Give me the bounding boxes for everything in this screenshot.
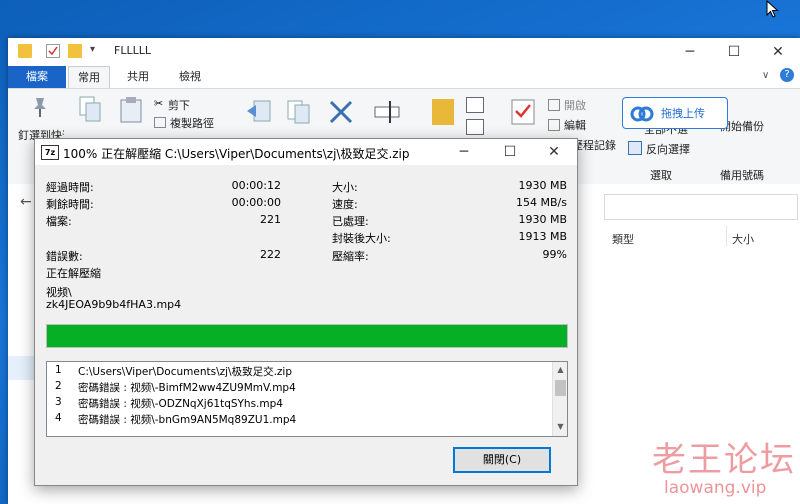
files-value: 221 [260, 213, 281, 226]
column-divider [726, 226, 727, 246]
log-row[interactable]: 2 密碼錯誤 : 视频\-BimfM2ww4ZU9MmV.mp4 [47, 380, 552, 396]
scissors-icon: ✂ [154, 97, 164, 110]
size-value: 1930 MB [518, 179, 567, 192]
column-header-size[interactable]: 大小 [732, 231, 754, 247]
delete-icon[interactable] [326, 97, 356, 127]
status-label: 正在解壓縮 [46, 267, 101, 280]
speed-value: 154 MB/s [516, 196, 567, 209]
log-row[interactable]: 3 密碼錯誤 : 视频\-ODZNqXj61tqSYhs.mp4 [47, 396, 552, 412]
log-row[interactable]: 1 C:\Users\Viper\Documents\zj\极致足交.zip [47, 364, 552, 380]
invert-select-icon [628, 141, 642, 155]
cut-button[interactable]: 剪下 [168, 97, 190, 113]
folder-icon [18, 44, 32, 58]
edit-icon [548, 119, 560, 131]
dialog-titlebar: 7z 100% 正在解壓縮 C:\Users\Viper\Documents\z… [35, 139, 577, 165]
compression-ratio-label: 壓縮率: [332, 250, 369, 263]
log-row-number: 3 [55, 396, 62, 408]
mouse-cursor-icon [766, 0, 780, 21]
maximize-button[interactable]: ☐ [712, 38, 756, 66]
paste-icon[interactable] [116, 95, 146, 125]
elapsed-time-value: 00:00:12 [231, 179, 281, 192]
help-icon[interactable]: ? [780, 68, 794, 82]
group-select-label: 選取 [650, 169, 672, 182]
explorer-titlebar: ▾ FLLLLL ─ ☐ ✕ [8, 38, 800, 66]
remaining-time-value: 00:00:00 [231, 196, 281, 209]
log-row-text: C:\Users\Viper\Documents\zj\极致足交.zip [78, 366, 292, 378]
new-folder-ribbon-icon[interactable] [432, 99, 454, 125]
edit-button[interactable]: 編輯 [564, 117, 586, 133]
log-row-number: 2 [55, 380, 62, 392]
quick-access-dropdown-icon[interactable]: ▾ [90, 44, 95, 55]
close-window-button[interactable]: ✕ [756, 38, 800, 66]
log-row-text: 密碼錯誤 : 视频\-BimfM2ww4ZU9MmV.mp4 [78, 382, 296, 394]
column-header-type[interactable]: 類型 [612, 231, 634, 247]
errors-value: 222 [260, 248, 281, 261]
back-arrow-icon[interactable]: ← [20, 194, 32, 210]
log-row-text: 密碼錯誤 : 视频\-ODZNqXj61tqSYhs.mp4 [78, 398, 283, 410]
close-button[interactable]: 關閉(C) [453, 447, 551, 473]
properties-ribbon-icon[interactable] [508, 97, 538, 127]
log-row-number: 4 [55, 412, 62, 424]
history-button[interactable]: 歷程記錄 [572, 137, 616, 153]
progress-bar [46, 324, 568, 348]
log-scrollbar[interactable]: ▲ ▼ [552, 362, 567, 436]
collapse-ribbon-icon[interactable]: ∨ [762, 70, 769, 81]
rename-icon[interactable] [372, 97, 402, 127]
watermark-url: laowang.vip [664, 478, 767, 498]
scroll-down-arrow-icon[interactable]: ▼ [553, 420, 567, 434]
packed-size-value: 1913 MB [518, 230, 567, 243]
new-folder-icon[interactable] [68, 44, 82, 58]
dialog-maximize-button[interactable]: ☐ [487, 139, 533, 165]
compression-ratio-value: 99% [542, 248, 567, 261]
scroll-thumb[interactable] [555, 380, 566, 396]
minimize-button[interactable]: ─ [668, 38, 712, 66]
tab-home[interactable]: 常用 [68, 66, 110, 88]
easy-access-icon[interactable] [466, 119, 484, 135]
open-button[interactable]: 開啟 [564, 97, 586, 113]
speed-label: 速度: [332, 198, 358, 211]
current-file: zk4JEOA9b9b4fHA3.mp4 [46, 298, 182, 311]
move-to-icon[interactable] [244, 97, 274, 127]
drag-upload-label: 拖拽上传 [661, 107, 705, 120]
errors-label: 錯誤數: [46, 250, 83, 263]
copy-path-button[interactable]: 複製路徑 [170, 115, 214, 131]
invert-select-button[interactable]: 反向選擇 [646, 141, 690, 157]
tab-view[interactable]: 檢視 [170, 66, 210, 88]
pin-icon [28, 95, 52, 122]
tab-share[interactable]: 共用 [116, 66, 160, 88]
cloud-icon [629, 102, 655, 127]
dialog-minimize-button[interactable]: ─ [441, 139, 487, 165]
search-box[interactable] [604, 194, 798, 220]
drag-upload-button[interactable]: 拖拽上传 [622, 97, 728, 129]
extract-progress-dialog: 7z 100% 正在解壓縮 C:\Users\Viper\Documents\z… [34, 138, 578, 486]
window-title: FLLLLL [114, 44, 151, 57]
watermark: 老王论坛 [652, 440, 796, 480]
dialog-title: 100% 正在解壓縮 C:\Users\Viper\Documents\zj\极… [63, 147, 410, 161]
group-backup-label: 備用號碼 [720, 169, 764, 182]
files-label: 檔案: [46, 215, 72, 228]
7zip-icon: 7z [41, 145, 59, 160]
processed-label: 已處理: [332, 215, 369, 228]
processed-value: 1930 MB [518, 213, 567, 226]
ribbon-tabs: 檔案 常用 共用 檢視 ∨ ? [8, 66, 800, 88]
copy-path-icon [154, 117, 166, 128]
packed-size-label: 封裝後大小: [332, 232, 391, 245]
open-icon [548, 99, 560, 111]
tab-file[interactable]: 檔案 [8, 66, 66, 88]
remaining-time-label: 剩餘時間: [46, 198, 94, 211]
properties-icon[interactable] [46, 44, 60, 58]
log-row[interactable]: 4 密碼錯誤 : 视频\-bnGm9AN5Mq89ZU1.mp4 [47, 412, 552, 428]
log-row-text: 密碼錯誤 : 视频\-bnGm9AN5Mq89ZU1.mp4 [78, 414, 297, 426]
elapsed-time-label: 經過時間: [46, 181, 94, 194]
dialog-close-x-button[interactable]: ✕ [531, 139, 577, 165]
scroll-up-arrow-icon[interactable]: ▲ [553, 363, 567, 377]
copy-icon[interactable] [76, 95, 106, 125]
copy-to-icon[interactable] [284, 97, 314, 127]
size-label: 大小: [332, 181, 358, 194]
new-item-icon[interactable] [466, 97, 484, 113]
progress-bar-fill [47, 325, 567, 347]
error-log-list[interactable]: 1 C:\Users\Viper\Documents\zj\极致足交.zip 2… [46, 361, 568, 437]
log-row-number: 1 [55, 364, 62, 376]
